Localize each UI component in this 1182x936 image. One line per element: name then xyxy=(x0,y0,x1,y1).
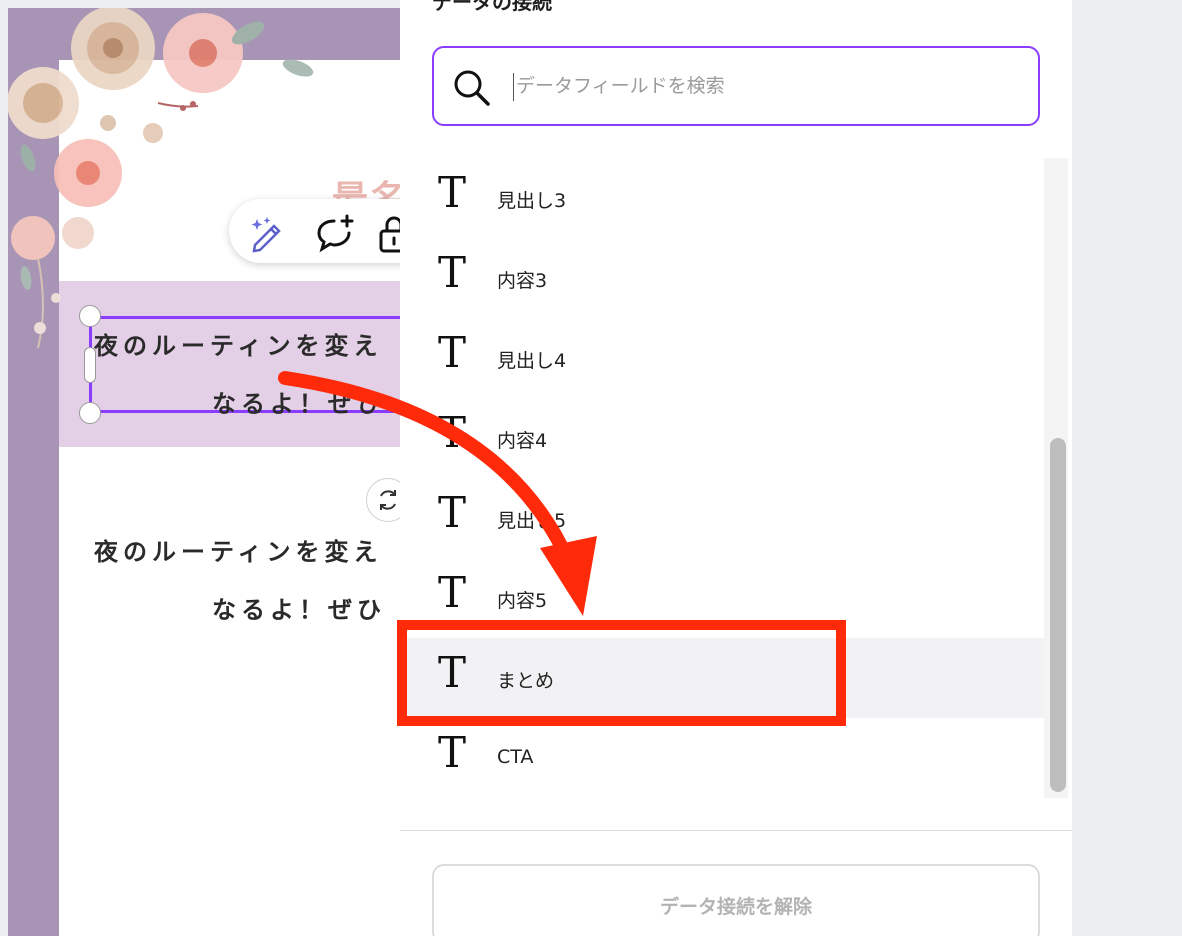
field-item-midashi5[interactable]: T 見出し5 xyxy=(400,478,1044,558)
field-label: CTA xyxy=(497,746,534,768)
body-text-line-1[interactable]: 夜のルーティンを変え xyxy=(94,532,383,567)
field-label: 見出し5 xyxy=(497,510,567,532)
panel-title: データの接続 xyxy=(432,0,552,14)
resize-handle-bottom-left[interactable] xyxy=(79,402,101,424)
text-field-icon: T xyxy=(438,168,467,217)
field-label: 内容5 xyxy=(497,590,548,612)
data-connect-panel: データの接続 T 見出し3 T 内容3 T 見出し4 T 内容4 T 見出し5 xyxy=(400,0,1072,936)
text-field-icon: T xyxy=(438,248,467,297)
panel-divider xyxy=(400,830,1072,831)
rotate-icon xyxy=(380,490,396,510)
resize-handle-top-left[interactable] xyxy=(79,305,101,327)
field-label: 内容3 xyxy=(497,270,548,292)
search-field[interactable] xyxy=(432,46,1040,126)
scrollbar-thumb[interactable] xyxy=(1050,438,1066,792)
text-field-icon: T xyxy=(438,408,467,457)
text-caret xyxy=(513,73,514,101)
field-item-naiyou3[interactable]: T 内容3 xyxy=(400,238,1044,318)
field-item-cta[interactable]: T CTA xyxy=(400,718,1044,798)
field-label: 見出し3 xyxy=(497,190,567,212)
floral-decoration xyxy=(8,8,314,349)
field-label: 見出し4 xyxy=(497,350,567,372)
annotation-highlight-box xyxy=(397,620,846,726)
field-item-midashi3[interactable]: T 見出し3 xyxy=(400,158,1044,238)
field-item-midashi4[interactable]: T 見出し4 xyxy=(400,318,1044,398)
disconnect-data-button[interactable]: データ接続を解除 xyxy=(432,864,1040,936)
text-field-icon: T xyxy=(438,568,467,617)
text-field-icon: T xyxy=(438,728,467,777)
text-field-icon: T xyxy=(438,328,467,377)
add-comment-icon[interactable] xyxy=(315,213,355,253)
field-item-naiyou4[interactable]: T 内容4 xyxy=(400,398,1044,478)
search-icon xyxy=(454,70,490,106)
magic-edit-icon[interactable] xyxy=(245,213,285,253)
text-field-icon: T xyxy=(438,488,467,537)
search-input[interactable] xyxy=(516,64,1016,108)
body-text-line-2[interactable]: なるよ！ぜひ xyxy=(212,590,386,625)
field-label: 内容4 xyxy=(497,430,548,452)
selected-text-line-2[interactable]: なるよ！ぜひ xyxy=(212,384,386,419)
selected-text-line-1[interactable]: 夜のルーティンを変え xyxy=(94,326,383,361)
